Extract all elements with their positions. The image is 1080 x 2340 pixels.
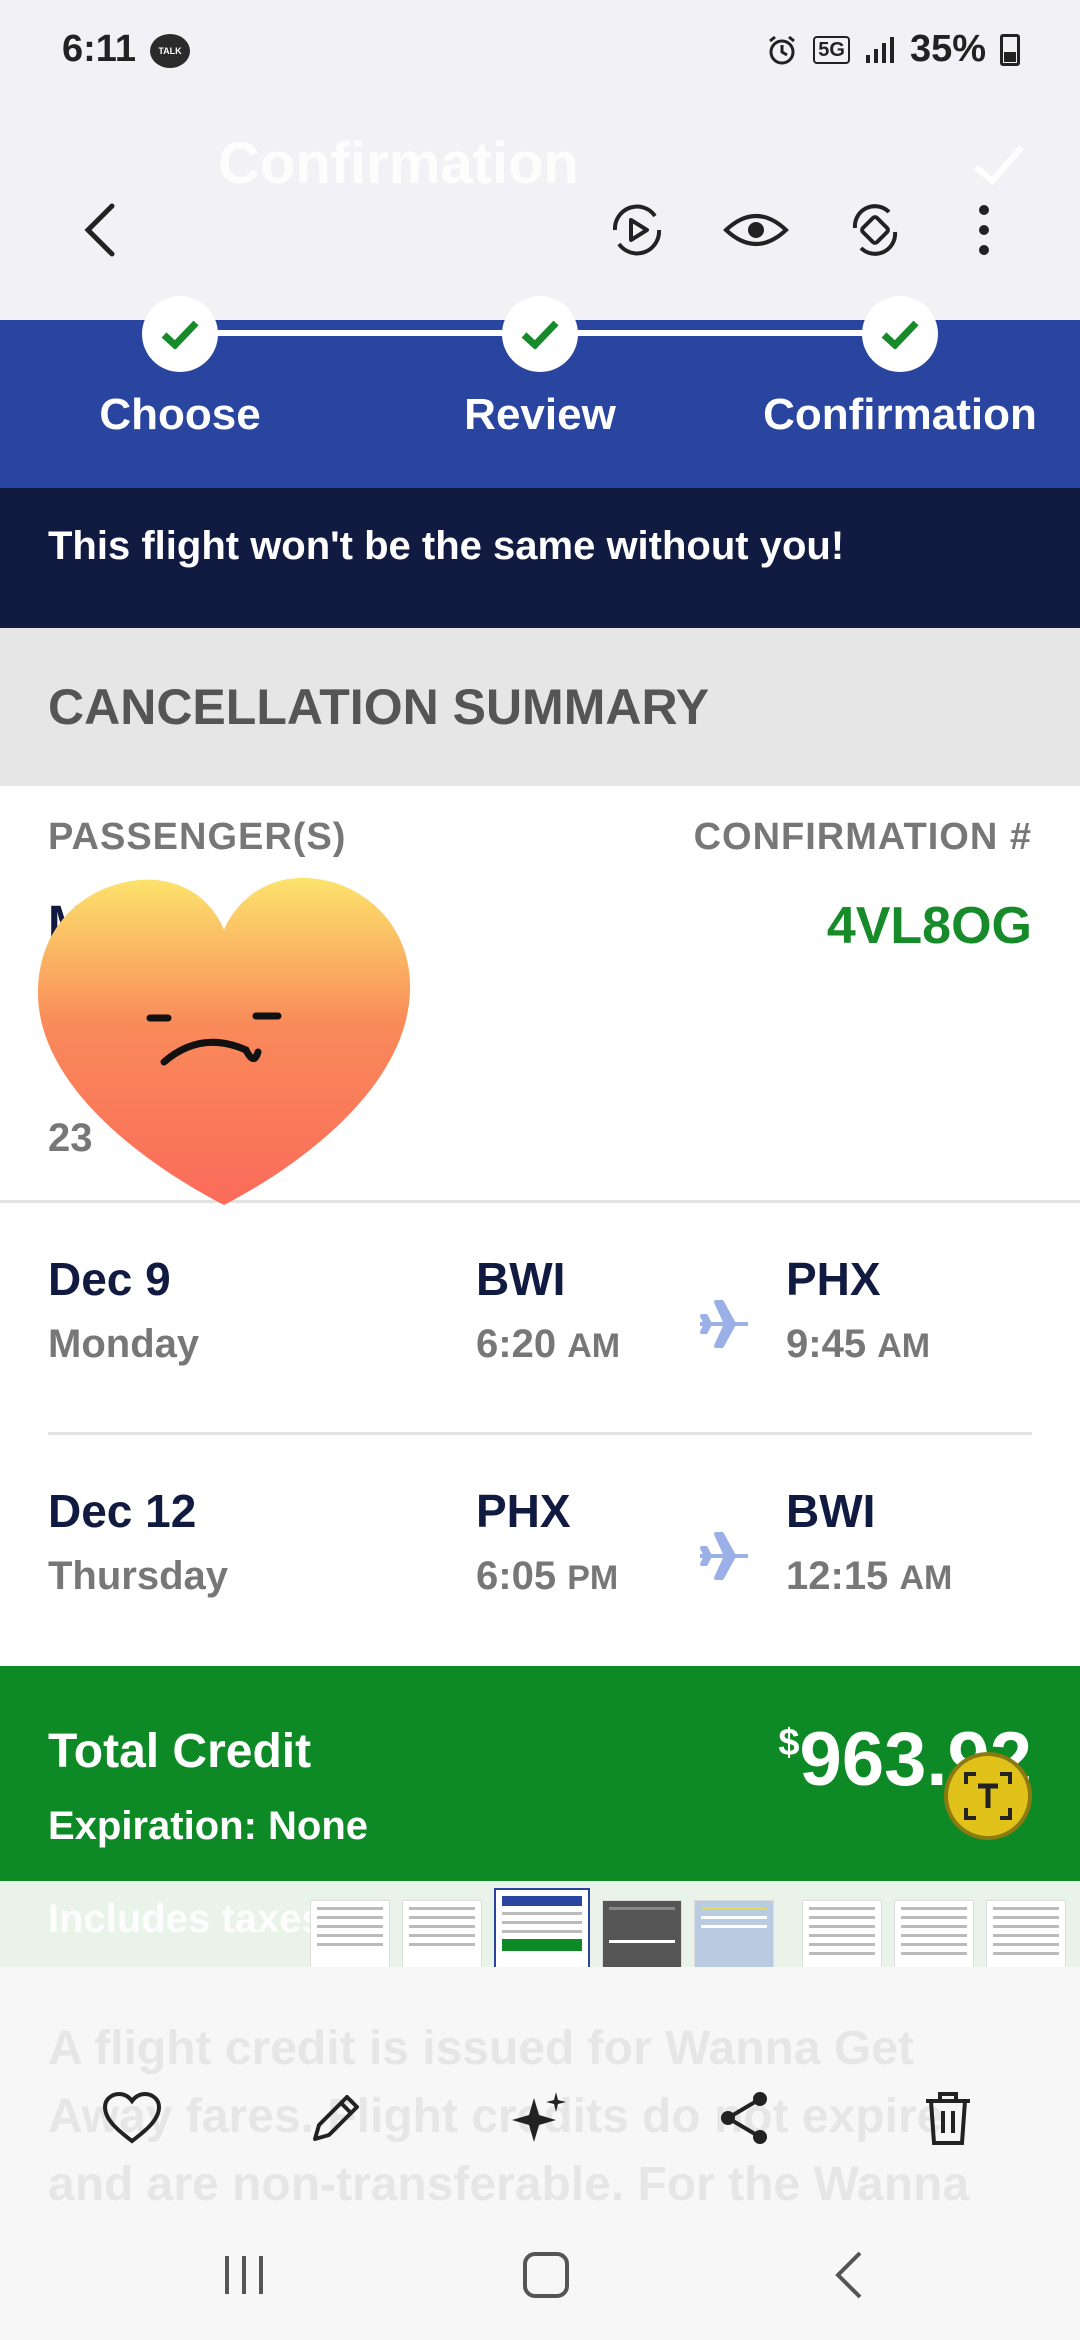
summary-heading: CANCELLATION SUMMARY [0,628,1080,786]
text-extract-icon [964,1772,1012,1820]
flight-date: Dec 12 [48,1485,197,1537]
divider [48,1432,1032,1435]
confirmation-header: CONFIRMATION # [693,816,1032,858]
rotate-icon [852,204,898,256]
remaster-icon [612,204,662,256]
ghost-page-title: Confirmation [218,131,579,196]
arrive-ampm: AM [877,1327,931,1365]
enhance-button[interactable] [500,2078,580,2158]
favorite-button[interactable] [92,2078,172,2158]
arrive-ampm: AM [899,1559,953,1597]
arrive-time: 12:15 AM [786,1554,952,1599]
rotate-button[interactable] [835,190,915,270]
status-right: 5G 35% [765,28,1020,71]
arrive-time-value: 12:15 [786,1554,889,1598]
depart-time-value: 6:20 [476,1322,557,1366]
check-icon [521,320,559,349]
origin-code: PHX [476,1485,571,1537]
arrive-time-value: 9:45 [786,1322,867,1366]
talk-notification-icon: TALK [150,34,190,68]
check-icon [161,320,199,349]
battery-percent: 35% [909,28,986,70]
origin-code: BWI [476,1253,566,1305]
step-confirmation: Confirmation [720,296,1080,440]
flight-day: Monday [48,1322,200,1366]
battery-icon [1000,33,1020,66]
edit-icon [313,2095,359,2141]
flight-day: Thursday [48,1554,229,1598]
ghost-check-icon [974,145,1025,186]
step-check-circle [502,296,578,372]
credit-title: Total Credit [48,1725,312,1778]
passenger-header: PASSENGER(S) [48,816,347,858]
sparkle-icon [512,2092,566,2142]
step-check-circle [142,296,218,372]
nav-back-button[interactable] [808,2240,888,2310]
flight-row: Dec 9 Monday BWI 6:20 AM PHX 9:45 AM [0,1204,1080,1404]
credit-expiration: Expiration: None [48,1804,369,1848]
depart-time: 6:20 AM [476,1322,620,1367]
back-icon [84,203,115,257]
alarm-icon [769,35,796,64]
step-review: Review [360,296,720,440]
check-icon [881,320,919,349]
back-button[interactable] [60,190,140,270]
destination-code: PHX [786,1253,881,1305]
farewell-banner: This flight won't be the same without yo… [0,488,1080,628]
delete-button[interactable] [908,2078,988,2158]
step-choose: Choose [0,296,360,440]
currency-symbol: $ [778,1722,800,1764]
remaster-button[interactable] [597,190,677,270]
nav-back-icon [835,2251,862,2299]
home-button[interactable] [506,2240,586,2310]
step-check-circle [862,296,938,372]
booking-progress: Choose Review Confirmation [0,296,1080,488]
recents-icon [225,2256,263,2294]
recents-button[interactable] [204,2240,284,2310]
flight-row: Dec 12 Thursday PHX 6:05 PM BWI 12:15 AM [0,1436,1080,1636]
plane-icon [700,1300,748,1348]
signal-icon [865,36,894,63]
sad-heart-sticker [37,877,411,1205]
more-options-button[interactable] [944,190,1024,270]
step-label: Confirmation [763,390,1037,439]
heart-icon [102,2091,162,2144]
text-extract-button[interactable] [944,1752,1032,1840]
step-label: Choose [99,390,261,439]
total-credit-card: Total Credit Expiration: None $963.92 [0,1666,1080,1881]
edit-button[interactable] [296,2078,376,2158]
trash-icon [926,2092,970,2145]
step-label: Review [464,390,616,439]
viewer-toolbar: Confirmation [0,105,1080,320]
depart-ampm: PM [567,1559,619,1597]
flight-date: Dec 9 [48,1253,171,1305]
more-icon [979,205,989,255]
view-button[interactable] [716,190,796,270]
share-button[interactable] [704,2078,784,2158]
network-5g-icon: 5G [813,35,850,64]
arrive-time: 9:45 AM [786,1322,930,1367]
home-icon [523,2252,569,2298]
depart-ampm: AM [567,1327,621,1365]
destination-code: BWI [786,1485,876,1537]
plane-icon [700,1532,748,1580]
photo-action-bar [0,2058,1080,2178]
status-bar: 6:11 TALK 5G 35% [0,0,1080,105]
status-time: 6:11 [62,28,136,70]
depart-time: 6:05 PM [476,1554,618,1599]
depart-time-value: 6:05 [476,1554,557,1598]
confirmation-code: 4VL8OG [826,897,1032,955]
system-nav-bar [0,2210,1080,2340]
eye-icon [723,214,789,246]
share-icon [721,2092,767,2144]
